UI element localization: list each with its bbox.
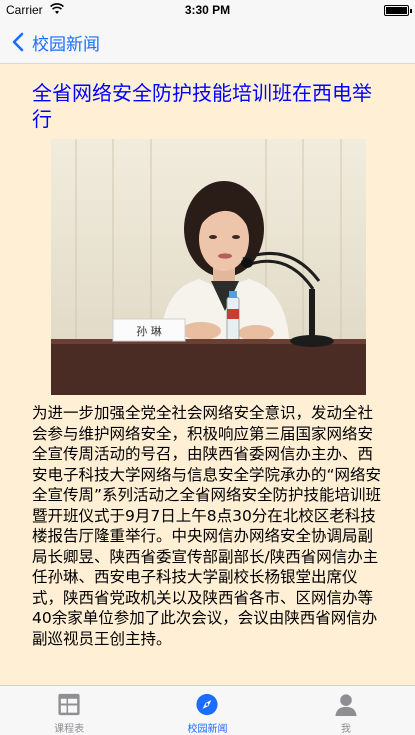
tab-schedule[interactable]: 课程表 [0, 686, 138, 735]
nameplate-text: 孙 琳 [136, 324, 162, 338]
photo-illustration: 孙 琳 [51, 139, 366, 395]
article-photo: 孙 琳 [51, 139, 366, 395]
tab-campus-news[interactable]: 校园新闻 [138, 686, 276, 735]
person-icon [335, 694, 357, 717]
back-button[interactable]: 校园新闻 [8, 20, 100, 64]
tab-label-me: 我 [340, 724, 351, 735]
back-label: 校园新闻 [32, 34, 100, 55]
navigation-bar: 校园新闻 [0, 20, 415, 64]
article-title: 全省网络安全防护技能培训班在西电举行 [32, 81, 372, 131]
tab-me[interactable]: 我 [277, 686, 415, 735]
tab-label-campus-news: 校园新闻 [187, 724, 228, 735]
article-content[interactable]: 全省网络安全防护技能培训班在西电举行 孙 琳 为进一步加强全党全社会网络安全意识… [0, 64, 415, 685]
clock: 3:30 PM [184, 3, 231, 17]
tab-bar: 课程表 校园新闻 我 [0, 685, 415, 735]
chevron-left-icon [12, 32, 24, 52]
battery-icon [384, 5, 412, 16]
compass-icon [196, 693, 219, 716]
status-bar: Carrier 3:30 PM [0, 0, 415, 20]
grid-icon [58, 693, 80, 716]
article-body: 为进一步加强全党全社会网络安全意识，发动全社会参与维护网络安全，积极响应第三届国… [32, 404, 382, 648]
tab-label-schedule: 课程表 [54, 724, 85, 735]
